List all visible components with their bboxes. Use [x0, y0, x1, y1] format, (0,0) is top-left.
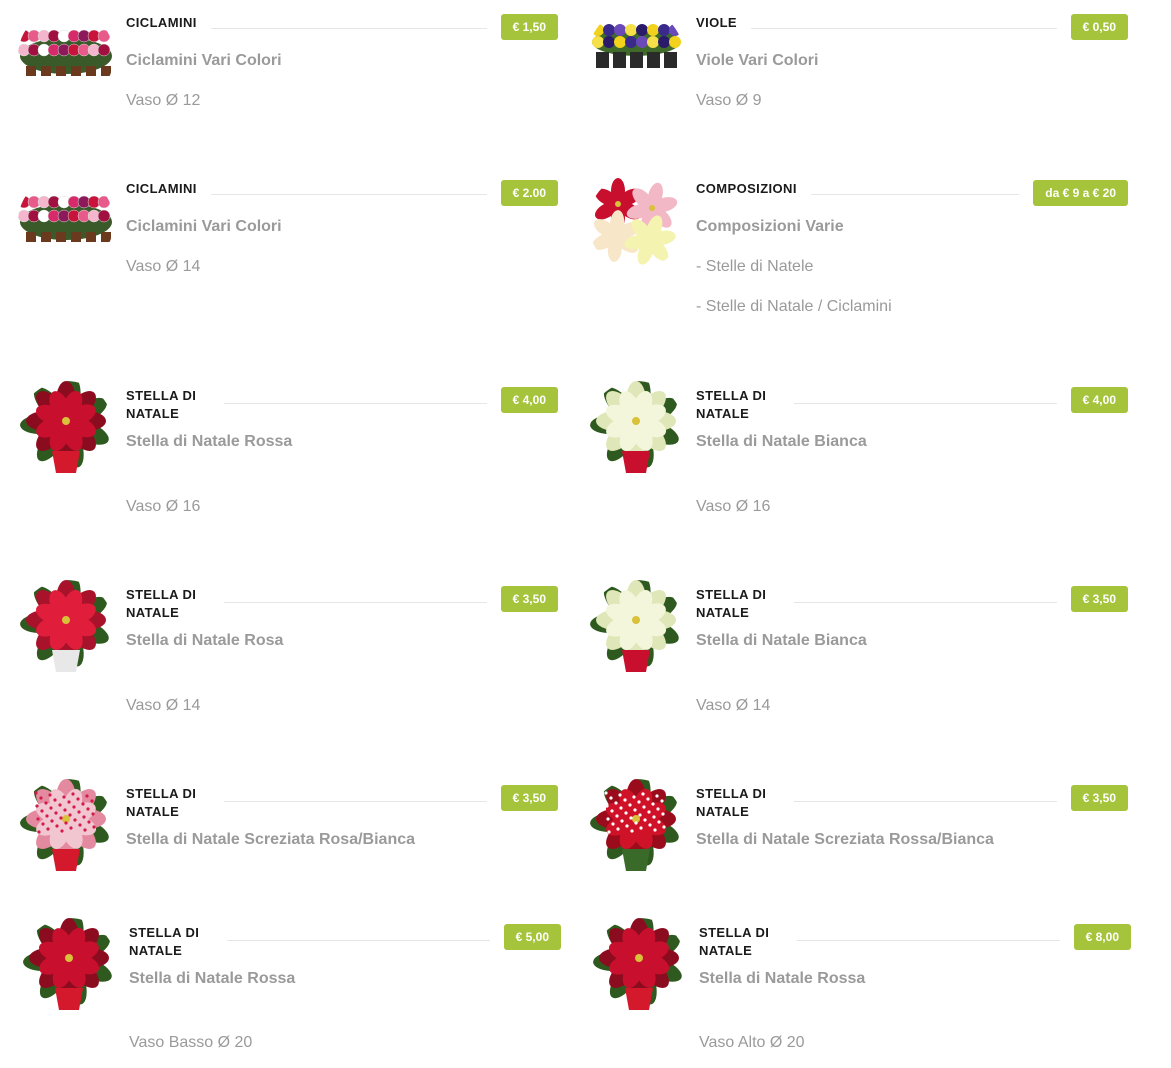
price-badge: € 5,00: [503, 924, 561, 950]
product-name: Stella di Natale Screziata Rossa/Bianca: [696, 831, 994, 848]
product-name: Stella di Natale Bianca: [696, 433, 867, 450]
product-item: STELLA DI NATALE € 5,00 Stella di Natale R…: [21, 918, 561, 1054]
violets-image: [588, 8, 684, 104]
red-poinsettia-image: [591, 918, 687, 1014]
price-badge: € 3,50: [1070, 586, 1128, 612]
product-name: Stella di Natale Screziata Rosa/Bianca: [126, 831, 416, 848]
divider-line: [210, 28, 487, 29]
product-item: COMPOSIZIONI da € 9 a € 20 Composizioni Va…: [588, 174, 1128, 315]
product-item: STELLA DI NATALE € 3,50 Stella di Natale B…: [588, 580, 1128, 716]
product-detail: Vaso Ø 14: [126, 697, 201, 714]
price-badge: € 8,00: [1073, 924, 1131, 950]
product-category: VIOLE: [696, 15, 738, 30]
price-badge: € 4,00: [500, 387, 558, 413]
variegated-pink-poinsettia-image: [18, 779, 114, 875]
composition-image: [588, 174, 684, 270]
cyclamen-image: [18, 8, 114, 104]
product-category: STELLA DI NATALE: [696, 786, 767, 819]
product-category: CICLAMINI: [126, 15, 197, 30]
product-detail: Vaso Ø 12: [126, 92, 201, 109]
product-detail: - Stelle di Natale / Ciclamini: [696, 298, 892, 315]
product-category: STELLA DI NATALE: [699, 925, 770, 958]
red-poinsettia-image: [21, 918, 117, 1014]
divider-line: [797, 940, 1060, 941]
product-item: STELLA DI NATALE € 8,00 Stella di Natale R…: [591, 918, 1131, 1054]
product-item: STELLA DI NATALE € 3,50 Stella di Natale S…: [588, 779, 1128, 915]
red-poinsettia-image: [18, 381, 114, 477]
divider-line: [224, 403, 487, 404]
divider-line: [227, 940, 490, 941]
product-category: STELLA DI NATALE: [126, 388, 197, 421]
product-name: Stella di Natale Rossa: [126, 433, 293, 450]
price-badge: € 0,50: [1070, 14, 1128, 40]
price-badge: € 4,00: [1070, 387, 1128, 413]
product-detail: Vaso Ø 9: [696, 92, 762, 109]
product-item: STELLA DI NATALE € 4,00 Stella di Natale B…: [588, 381, 1128, 517]
divider-line: [224, 801, 487, 802]
product-item: STELLA DI NATALE € 3,50 Stella di Natale R…: [18, 580, 558, 716]
price-badge: € 3,50: [500, 785, 558, 811]
divider-line: [810, 194, 1020, 195]
divider-line: [794, 602, 1057, 603]
divider-line: [794, 801, 1057, 802]
product-name: Stella di Natale Rossa: [699, 970, 866, 987]
product-detail: Vaso Basso Ø 20: [129, 1034, 253, 1051]
product-name: Composizioni Varie: [696, 218, 844, 235]
cyclamen-image: [18, 174, 114, 270]
product-category: STELLA DI NATALE: [126, 587, 197, 620]
divider-line: [224, 602, 487, 603]
product-name: Ciclamini Vari Colori: [126, 218, 282, 235]
price-badge: da € 9 a € 20: [1033, 180, 1128, 206]
product-category: STELLA DI NATALE: [696, 587, 767, 620]
divider-line: [210, 194, 487, 195]
product-category: STELLA DI NATALE: [129, 925, 200, 958]
product-item: CICLAMINI € 2.00 Ciclamini Vari Colori Vaso…: [18, 174, 558, 310]
white-poinsettia-image: [588, 381, 684, 477]
product-item: VIOLE € 0,50 Viole Vari Colori Vaso Ø 9: [588, 8, 1128, 144]
divider-line: [751, 28, 1057, 29]
product-name: Ciclamini Vari Colori: [126, 52, 282, 69]
product-name: Stella di Natale Bianca: [696, 632, 867, 649]
product-detail: Vaso Ø 14: [126, 258, 201, 275]
product-name: Stella di Natale Rossa: [129, 970, 296, 987]
product-category: COMPOSIZIONI: [696, 181, 797, 196]
product-name: Stella di Natale Rosa: [126, 632, 284, 649]
product-detail: Vaso Ø 16: [126, 498, 201, 515]
product-detail: Vaso Ø 16: [696, 498, 771, 515]
product-item: STELLA DI NATALE € 3,50 Stella di Natale S…: [18, 779, 558, 915]
divider-line: [794, 403, 1057, 404]
price-badge: € 2.00: [500, 180, 558, 206]
product-item: CICLAMINI € 1,50 Ciclamini Vari Colori Vaso…: [18, 8, 558, 144]
pink-poinsettia-image: [18, 580, 114, 676]
product-category: STELLA DI NATALE: [696, 388, 767, 421]
white-poinsettia-image: [588, 580, 684, 676]
price-badge: € 3,50: [1070, 785, 1128, 811]
variegated-red-poinsettia-image: [588, 779, 684, 875]
price-badge: € 3,50: [500, 586, 558, 612]
product-category: STELLA DI NATALE: [126, 786, 197, 819]
product-detail: - Stelle di Natele: [696, 258, 814, 275]
product-name: Viole Vari Colori: [696, 52, 819, 69]
product-detail: Vaso Ø 14: [696, 697, 771, 714]
product-item: STELLA DI NATALE € 4,00 Stella di Natale R…: [18, 381, 558, 517]
product-detail: Vaso Alto Ø 20: [699, 1034, 805, 1051]
price-badge: € 1,50: [500, 14, 558, 40]
product-category: CICLAMINI: [126, 181, 197, 196]
